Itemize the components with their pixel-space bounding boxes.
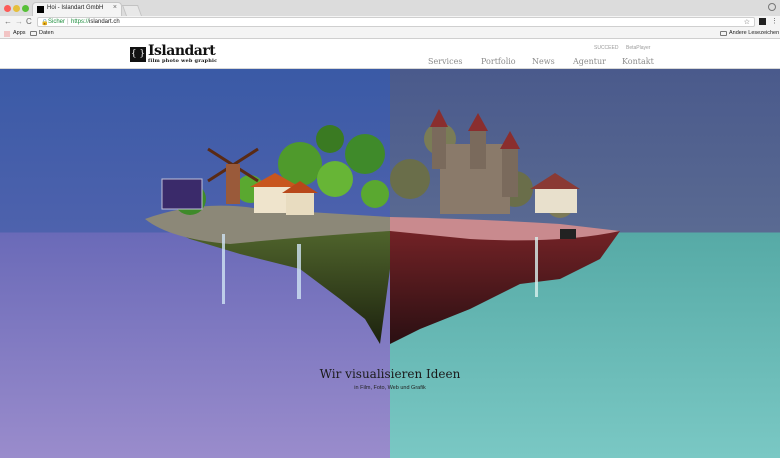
site-header: { } Islandart film photo web graphic SUC… [0, 39, 780, 69]
window-close-icon[interactable] [4, 5, 11, 12]
tab-close-icon[interactable]: × [113, 4, 117, 11]
logo-mark[interactable]: { } [130, 47, 146, 62]
nav-news[interactable]: News [532, 57, 555, 66]
other-bookmarks[interactable]: Andere Lesezeichen [729, 30, 779, 36]
hero-illustration [0, 69, 780, 458]
other-bookmarks-folder-icon [720, 31, 727, 36]
hero-subtitle: in Film, Foto, Web und Grafik [354, 385, 426, 391]
apps-grid-icon[interactable] [4, 31, 10, 37]
new-tab-button[interactable] [121, 5, 143, 16]
nav-kontakt[interactable]: Kontakt [622, 57, 654, 66]
waterfall-left-2 [297, 244, 301, 299]
url-separator: | [67, 19, 69, 25]
secure-label: Sicher [48, 19, 66, 25]
top-link-betaplayer[interactable]: BetaPlayer [626, 45, 650, 51]
horse [560, 229, 576, 239]
back-icon[interactable]: ← [4, 17, 12, 26]
house-left-2 [286, 193, 314, 215]
waterfall-right [535, 237, 538, 297]
reload-icon[interactable]: C [26, 17, 32, 26]
favicon-icon [37, 6, 44, 13]
browser-tab[interactable]: Hoi - Islandart GmbH × [32, 2, 122, 16]
url-scheme: https:// [71, 19, 90, 25]
url-host: islandart.ch [89, 19, 120, 25]
extension-icon[interactable] [759, 18, 766, 25]
logo-wordmark[interactable]: Islandart [148, 43, 216, 59]
nav-portfolio[interactable]: Portfolio [481, 57, 516, 66]
house-right [535, 189, 577, 213]
address-bar[interactable]: 🔒 Sicher | https:// islandart.ch ☆ [37, 17, 755, 27]
forward-icon[interactable]: → [15, 17, 23, 26]
bookmarks-bar: Apps Daten Andere Lesezeichen [0, 29, 780, 39]
logo-tagline: film photo web graphic [148, 58, 218, 64]
nav-agentur[interactable]: Agentur [573, 57, 606, 66]
nav-services[interactable]: Services [428, 57, 462, 66]
window-minimize-icon[interactable] [13, 5, 20, 12]
browser-toolbar: ← → C 🔒 Sicher | https:// islandart.ch ☆… [0, 16, 780, 29]
browser-tab-bar: Hoi - Islandart GmbH × [0, 0, 780, 16]
menu-dots-icon[interactable]: ⋮ [771, 17, 778, 25]
billboard [161, 178, 203, 210]
bookmark-daten[interactable]: Daten [39, 30, 54, 36]
top-link-succeed[interactable]: SUCCEED [594, 45, 618, 51]
hero-section: Wir visualisieren Ideen in Film, Foto, W… [0, 69, 780, 458]
bookmark-apps[interactable]: Apps [13, 30, 26, 36]
waterfall-left-1 [222, 234, 225, 304]
profile-icon[interactable] [768, 3, 776, 11]
hero-title: Wir visualisieren Ideen [319, 367, 461, 381]
bookmark-star-icon[interactable]: ☆ [744, 18, 750, 26]
window-maximize-icon[interactable] [22, 5, 29, 12]
tab-title: Hoi - Islandart GmbH [47, 5, 104, 11]
folder-icon [30, 31, 37, 36]
